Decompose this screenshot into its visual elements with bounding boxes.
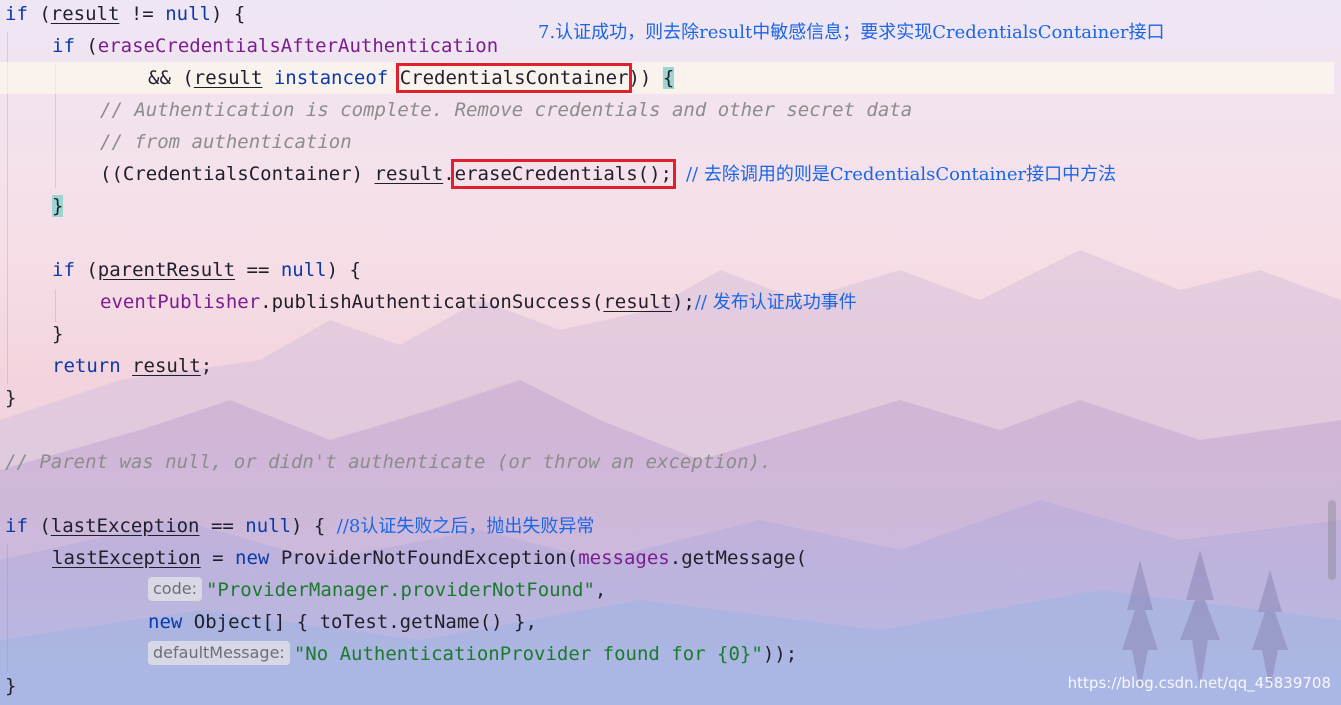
code-token: ); <box>671 291 695 313</box>
code-comment: // from authentication <box>100 131 352 153</box>
code-line: lastException = new ProviderNotFoundExce… <box>0 542 1341 574</box>
code-token: . <box>443 163 455 185</box>
code-token: == <box>235 259 281 281</box>
code-line: } <box>0 382 1341 414</box>
code-line: new Object[] { toTest.getName() }, <box>0 606 1341 638</box>
annotation-erase: // 去除调用的则是CredentialsContainer接口中方法 <box>685 164 1117 185</box>
code-token: )); <box>762 643 798 665</box>
annotation-publish: // 发布认证成功事件 <box>694 292 857 313</box>
code-token: && ( <box>148 67 194 89</box>
code-token: Object[] { toTest.getName() }, <box>182 611 537 633</box>
code-token: , <box>594 579 607 601</box>
code-line-current: && (result instanceof CredentialsContain… <box>0 62 1334 94</box>
variable-last-exception: lastException <box>52 547 201 569</box>
highlight-erase-credentials: eraseCredentials(); <box>450 159 676 189</box>
code-token: ( <box>27 3 51 25</box>
annotation-fail: //8认证失败之后，抛出失败异常 <box>336 516 595 537</box>
variable-result: result <box>50 3 120 25</box>
variable-result: result <box>132 355 201 377</box>
code-token: } <box>5 675 17 697</box>
variable-result: result <box>193 67 263 89</box>
code-token: } <box>52 323 64 345</box>
parameter-hint-default-message: defaultMessage: <box>148 641 290 665</box>
code-token: ( <box>74 35 98 57</box>
variable-result: result <box>374 163 444 185</box>
code-token: ) { <box>291 515 337 537</box>
code-token: .getMessage( <box>669 547 808 569</box>
code-line: ((CredentialsContainer) result.eraseCred… <box>0 158 1341 190</box>
code-token: == <box>199 515 246 537</box>
code-token: ((CredentialsContainer) <box>100 163 375 185</box>
variable-parent-result: parentResult <box>97 259 236 281</box>
field-event-publisher: eventPublisher <box>100 291 261 313</box>
field-erase-flag: eraseCredentialsAfterAuthentication <box>97 35 499 57</box>
watermark: https://blog.csdn.net/qq_45839708 <box>1067 674 1331 692</box>
code-token: = <box>200 547 236 569</box>
code-token: )) <box>628 67 663 89</box>
parameter-hint-code: code: <box>148 577 202 601</box>
code-line: } <box>0 190 1341 222</box>
keyword-if: if <box>52 35 75 57</box>
code-line: // Parent was null, or didn't authentica… <box>0 446 1341 478</box>
code-comment: // Authentication is complete. Remove cr… <box>100 99 913 121</box>
code-line: if (parentResult == null) { <box>0 254 1341 286</box>
keyword-null: null <box>245 515 292 537</box>
code-token: ) { <box>326 259 361 281</box>
code-comment: // Parent was null, or didn't authentica… <box>5 451 772 473</box>
keyword-if: if <box>5 515 28 537</box>
code-token: ( <box>74 259 98 281</box>
code-line: } <box>0 318 1341 350</box>
string-literal: "ProviderManager.providerNotFound" <box>205 579 595 601</box>
keyword-if: if <box>5 3 28 25</box>
keyword-null: null <box>280 259 327 281</box>
keyword-null: null <box>165 3 211 25</box>
code-line: code: "ProviderManager.providerNotFound", <box>0 574 1341 606</box>
code-line: defaultMessage: "No AuthenticationProvide… <box>0 638 1341 670</box>
vertical-scrollbar-thumb[interactable] <box>1328 500 1336 580</box>
code-line: if (result != null) { <box>0 0 1341 30</box>
code-line: return result; <box>0 350 1341 382</box>
code-token: != <box>119 3 166 25</box>
code-token: ProviderNotFoundException( <box>269 547 579 569</box>
code-token: ( <box>27 515 51 537</box>
field-messages: messages <box>578 547 670 569</box>
code-line: if (eraseCredentialsAfterAuthentication <box>0 30 1341 62</box>
keyword-if: if <box>52 259 75 281</box>
code-editor[interactable]: 7.认证成功，则去除result中敏感信息；要求实现CredentialsCon… <box>0 0 1341 705</box>
code-token: ) { <box>210 3 246 25</box>
matched-brace: } <box>52 195 64 217</box>
keyword-new: new <box>235 547 270 569</box>
code-line: if (lastException == null) { //8认证失败之后，抛… <box>0 510 1341 542</box>
code-token: .publishAuthenticationSuccess( <box>260 291 604 313</box>
keyword-instanceof: instanceof <box>273 67 389 89</box>
keyword-return: return <box>52 355 121 377</box>
code-line: // from authentication <box>0 126 1341 158</box>
highlight-credentials-container: CredentialsContainer <box>395 63 633 93</box>
code-token: ; <box>200 355 213 377</box>
keyword-new: new <box>148 611 183 633</box>
code-token: } <box>5 387 17 409</box>
variable-last-exception: lastException <box>50 515 200 537</box>
code-line: // Authentication is complete. Remove cr… <box>0 94 1341 126</box>
matched-brace: { <box>662 67 675 89</box>
code-line: eventPublisher.publishAuthenticationSucc… <box>0 286 1341 318</box>
string-literal: "No AuthenticationProvider found for {0}… <box>293 643 763 665</box>
variable-result: result <box>603 291 672 313</box>
